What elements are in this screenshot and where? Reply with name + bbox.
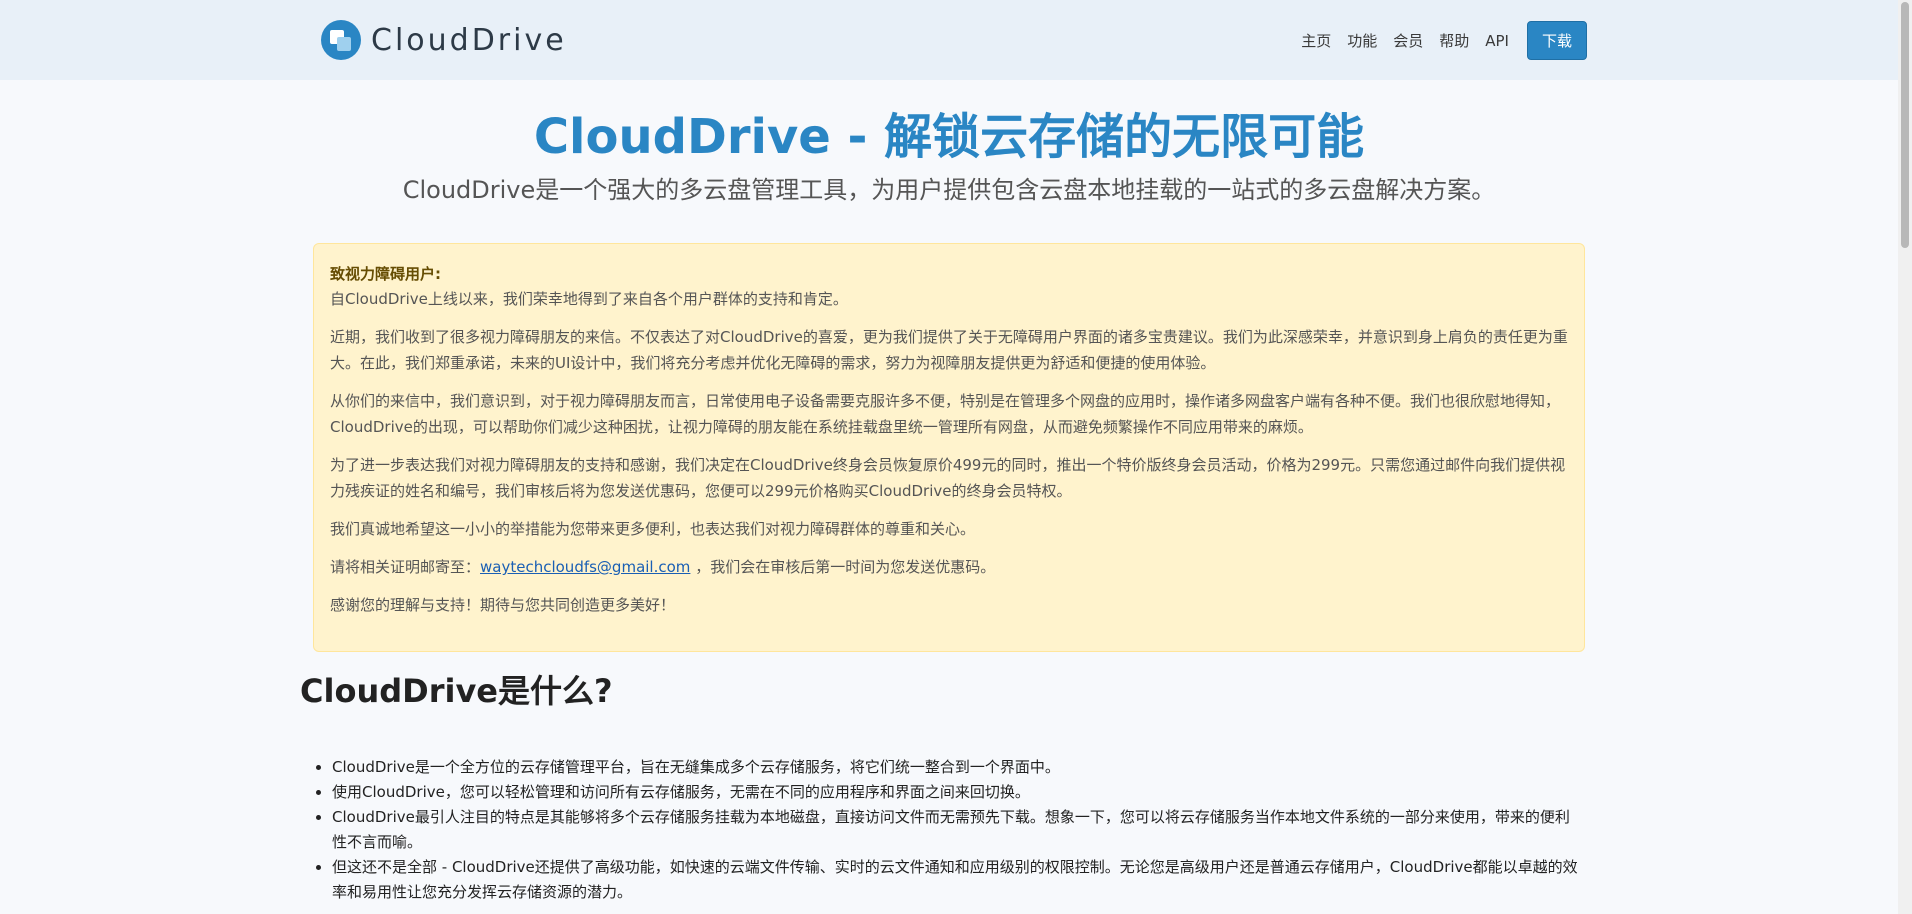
scrollbar-thumb[interactable] [1901,2,1909,248]
feature-list: CloudDrive是一个全方位的云存储管理平台，旨在无缝集成多个云存储服务，将… [332,755,1582,905]
download-button[interactable]: 下载 [1526,21,1587,60]
list-item: 但这还不是全部 - CloudDrive还提供了高级功能，如快速的云端文件传输、… [332,855,1582,905]
notice-paragraph: 我们真诚地希望这一小小的举措能为您带来更多便利，也表达我们对视力障碍群体的尊重和… [330,520,976,538]
brand-name: CloudDrive [371,22,567,58]
notice-paragraph: 近期，我们收到了很多视力障碍朋友的来信。不仅表达了对CloudDrive的喜爱，… [330,328,1568,372]
navbar: CloudDrive 主页 功能 会员 帮助 API 下载 [0,0,1898,80]
nav-link-home[interactable]: 主页 [1301,30,1331,51]
notice-paragraph: 自CloudDrive上线以来，我们荣幸地得到了来自各个用户群体的支持和肯定。 [330,290,848,308]
email-link[interactable]: waytechcloudfs@gmail.com [480,558,690,576]
email-suffix: ，我们会在审核后第一时间为您发送优惠码。 [695,558,996,576]
nav-link-features[interactable]: 功能 [1347,30,1377,51]
nav-link-membership[interactable]: 会员 [1393,30,1423,51]
clouddrive-logo-icon [321,20,361,60]
notice-email-paragraph: 请将相关证明邮寄至：waytechcloudfs@gmail.com ，我们会在… [330,554,1568,580]
notice-paragraph: 为了进一步表达我们对视力障碍朋友的支持和感谢，我们决定在CloudDrive终身… [330,456,1566,500]
hero-subtitle: CloudDrive是一个强大的多云盘管理工具，为用户提供包含云盘本地挂载的一站… [402,176,1496,204]
brand-logo[interactable]: CloudDrive [321,20,567,60]
notice-title: 致视力障碍用户: [330,265,441,283]
list-item: CloudDrive是一个全方位的云存储管理平台，旨在无缝集成多个云存储服务，将… [332,755,1582,780]
notice-paragraph: 从你们的来信中，我们意识到，对于视力障碍朋友而言，日常使用电子设备需要克服许多不… [330,392,1561,436]
nav-link-api[interactable]: API [1485,32,1509,50]
list-item: 使用CloudDrive，您可以轻松管理和访问所有云存储服务，无需在不同的应用程… [332,780,1582,805]
section-title: CloudDrive是什么? [300,672,613,710]
nav-link-help[interactable]: 帮助 [1439,30,1469,51]
hero-title: CloudDrive - 解锁云存储的无限可能 [533,109,1365,165]
accessibility-notice: 致视力障碍用户: 自CloudDrive上线以来，我们荣幸地得到了来自各个用户群… [313,243,1585,652]
nav-links: 主页 功能 会员 帮助 API 下载 [1285,21,1587,60]
notice-paragraph: 感谢您的理解与支持！期待与您共同创造更多美好！ [330,596,676,614]
email-prefix: 请将相关证明邮寄至： [330,558,481,576]
page-scrollbar[interactable] [1898,0,1912,914]
list-item: CloudDrive最引人注目的特点是其能够将多个云存储服务挂载为本地磁盘，直接… [332,805,1582,855]
